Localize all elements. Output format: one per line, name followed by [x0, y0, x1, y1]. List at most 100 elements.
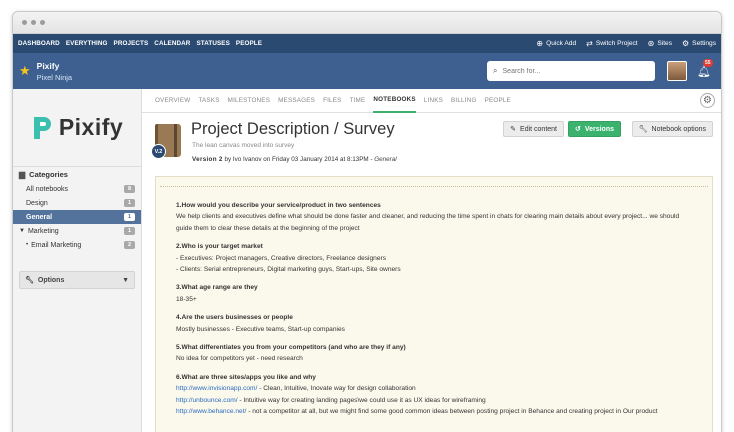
wrench-icon: 🔧︎	[638, 126, 648, 133]
category-count: 1	[124, 227, 135, 235]
browser-window: DASHBOARD EVERYTHING PROJECTS CALENDAR S…	[12, 11, 722, 432]
sidebar: Pixify ▆ Categories All notebooks 8 Desi…	[13, 89, 142, 432]
switch-project-link[interactable]: ⇄ Switch Project	[586, 39, 637, 48]
category-count: 1	[124, 213, 135, 221]
answer: http://www.behance.net/ - not a competit…	[176, 406, 692, 417]
link-invisionapp[interactable]: http://www.invisionapp.com/	[176, 385, 257, 392]
bullet-icon: •	[26, 242, 29, 248]
page-subtitle: The lean canvas moved into survey	[192, 142, 295, 149]
tab-milestones[interactable]: MILESTONES	[228, 89, 270, 113]
tab-messages[interactable]: MESSAGES	[278, 89, 315, 113]
notebook-options-button[interactable]: 🔧︎ Notebook options	[631, 121, 713, 137]
version-badge: V.2	[151, 144, 166, 159]
project-title[interactable]: Pixify	[37, 61, 72, 71]
settings-label: Settings	[692, 40, 716, 47]
category-design[interactable]: Design 1	[13, 196, 141, 210]
question: 2.Who is your target market	[176, 243, 263, 251]
answer: http://www.invisionapp.com/ - Clean, Int…	[176, 383, 692, 394]
settings-link[interactable]: ⚙ Settings	[682, 39, 716, 48]
window-titlebar	[13, 12, 721, 34]
tab-tasks[interactable]: TASKS	[198, 89, 219, 113]
content-area: OVERVIEW TASKS MILESTONES MESSAGES FILES…	[142, 89, 721, 432]
notification-badge: 55	[703, 58, 713, 67]
question: 4.Are the users businesses or people	[176, 314, 293, 322]
document-meta: Version 2 by Ivo Ivanov on Friday 03 Jan…	[192, 156, 397, 163]
main-area: Pixify ▆ Categories All notebooks 8 Desi…	[13, 89, 721, 432]
tab-links[interactable]: LINKS	[424, 89, 443, 113]
categories-title: Categories	[29, 170, 68, 179]
category-label: General	[26, 213, 53, 221]
edit-content-button[interactable]: ✎ Edit content	[503, 121, 564, 137]
switch-project-label: Switch Project	[595, 40, 638, 47]
document-header: V.2 Project Description / Survey The lea…	[151, 120, 713, 170]
sites-link[interactable]: ⊛ Sites	[648, 39, 672, 48]
window-control-dot[interactable]	[22, 20, 27, 25]
answer: - Clients: Serial entrepreneurs, Digital…	[176, 266, 401, 274]
nav-everything[interactable]: EVERYTHING	[66, 40, 108, 47]
meta-version: Version 2	[192, 156, 223, 163]
sites-label: Sites	[657, 40, 672, 47]
meta-category[interactable]: General	[374, 156, 396, 163]
link-description: - not a competitor at all, but we might …	[246, 408, 658, 416]
nav-dashboard[interactable]: DASHBOARD	[18, 40, 60, 47]
tab-files[interactable]: FILES	[323, 89, 342, 113]
category-all-notebooks[interactable]: All notebooks 8	[13, 182, 141, 196]
project-subtitle: Pixel Ninja	[36, 72, 73, 82]
gear-icon: ⚙	[703, 95, 712, 106]
logo[interactable]: Pixify	[13, 89, 141, 166]
project-settings-button[interactable]: ⚙	[700, 93, 715, 108]
quick-add-link[interactable]: ⊕ Quick Add	[536, 39, 576, 48]
versions-label: Versions	[584, 125, 614, 133]
tab-time[interactable]: TIME	[350, 89, 366, 113]
switch-icon: ⇄	[586, 39, 593, 48]
page-binding	[160, 179, 708, 187]
pixify-logo-icon	[33, 116, 51, 139]
logo-text: Pixify	[58, 114, 124, 140]
answer: Mostly businesses - Executive teams, Sta…	[176, 325, 345, 333]
category-label: Email Marketing	[31, 241, 82, 249]
search-input[interactable]	[502, 67, 643, 75]
category-email-marketing[interactable]: • Email Marketing 2	[13, 238, 141, 252]
folder-icon: ▆	[19, 170, 26, 179]
category-general[interactable]: General 1	[13, 210, 141, 224]
tab-notebooks[interactable]: NOTEBOOKS	[373, 89, 416, 113]
tab-people[interactable]: PEOPLE	[485, 89, 511, 113]
pencil-icon: ✎	[510, 126, 517, 133]
answer: 18-35+	[176, 295, 197, 303]
window-control-dot[interactable]	[31, 20, 36, 25]
chevron-down-icon: ▼	[122, 276, 129, 284]
options-dropdown[interactable]: 🔧︎ Options ▼	[19, 271, 135, 289]
nav-projects[interactable]: PROJECTS	[114, 40, 149, 47]
project-bar: ★ Pixify Pixel Ninja ⌕ 🔔︎ 55	[13, 53, 721, 89]
tab-billing[interactable]: BILLING	[451, 89, 477, 113]
question: 5.What differentiates you from your comp…	[176, 344, 406, 352]
category-count: 2	[124, 241, 135, 249]
history-icon: ↺	[574, 126, 581, 133]
versions-button[interactable]: ↺ Versions	[567, 121, 621, 137]
avatar[interactable]	[667, 61, 688, 81]
link-unbounce[interactable]: http://unbounce.com/	[176, 397, 238, 404]
answer: We help clients and executives define wh…	[176, 213, 680, 232]
answer: No idea for competitors yet - need resea…	[176, 355, 303, 363]
notebook-page: 1.How would you describe your service/pr…	[155, 176, 713, 432]
category-count: 1	[124, 199, 135, 207]
star-icon[interactable]: ★	[19, 63, 31, 79]
nav-people[interactable]: PEOPLE	[236, 40, 262, 47]
notifications-button[interactable]: 🔔︎ 55	[697, 58, 713, 78]
category-marketing[interactable]: ▼ Marketing 1	[13, 224, 141, 238]
nav-statuses[interactable]: STATUSES	[196, 40, 229, 47]
link-behance[interactable]: http://www.behance.net/	[176, 408, 246, 415]
nav-calendar[interactable]: CALENDAR	[154, 40, 190, 47]
tab-overview[interactable]: OVERVIEW	[155, 89, 190, 113]
category-label: Marketing	[27, 227, 59, 235]
caret-down-icon[interactable]: ▼	[19, 228, 25, 234]
page-title: Project Description / Survey	[191, 120, 395, 138]
category-count: 8	[124, 185, 135, 193]
globe-icon: ⊛	[647, 39, 655, 48]
question: 1.How would you describe your service/pr…	[176, 202, 381, 209]
search-icon: ⌕	[493, 66, 498, 75]
search-box[interactable]: ⌕	[487, 61, 656, 81]
window-control-dot[interactable]	[40, 20, 45, 25]
notebook-options-label: Notebook options	[651, 125, 706, 133]
plus-circle-icon: ⊕	[536, 39, 544, 48]
